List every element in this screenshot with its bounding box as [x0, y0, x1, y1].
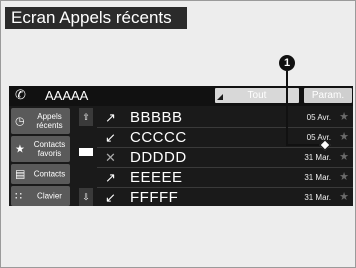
list-item[interactable]: ↗ EEEEE 31 Mar. ★: [97, 168, 353, 188]
contact-name: DDDDD: [130, 149, 187, 166]
contact-name: EEEEE: [130, 169, 183, 186]
call-date: 31 Mar.: [304, 173, 331, 182]
scroll-up-icon[interactable]: ⇧: [79, 108, 93, 126]
device-name: AAAAA: [45, 88, 89, 103]
tab-label: Tout: [247, 90, 267, 101]
page-title: Ecran Appels récents: [5, 7, 187, 29]
favorite-star-icon[interactable]: ★: [339, 168, 349, 187]
scroll-track: [79, 128, 93, 186]
call-date: 05 Avr.: [306, 113, 331, 122]
sidebar-item-label: Contacts: [33, 169, 66, 179]
corner-icon: [217, 94, 223, 100]
phone-screen: ✆ AAAAA Tout Param. ◷ Appels récents ★ C…: [9, 86, 353, 206]
keypad-icon: ∷: [15, 190, 22, 203]
missed-call-icon: ✕: [105, 150, 116, 165]
call-date: 31 Mar.: [304, 153, 331, 162]
favorite-star-icon[interactable]: ★: [339, 148, 349, 167]
header-bar: ✆ AAAAA Tout Param.: [9, 86, 353, 106]
outgoing-call-icon: ↗: [105, 170, 116, 185]
incoming-call-icon: ↙: [105, 130, 116, 145]
callout-number: 1: [279, 55, 295, 71]
favorite-star-icon[interactable]: ★: [339, 128, 349, 147]
contact-name: CCCCC: [130, 129, 187, 146]
list-item[interactable]: ↙ FFFFF 31 Mar. ★: [97, 188, 353, 207]
tab-param[interactable]: Param.: [304, 88, 352, 103]
outgoing-call-icon: ↗: [105, 110, 116, 125]
clock-icon: ◷: [15, 115, 25, 128]
sidebar-item-appels-recents[interactable]: ◷ Appels récents: [11, 108, 70, 134]
address-book-icon: ▤: [15, 168, 26, 181]
list-item[interactable]: ✕ DDDDD 31 Mar. ★: [97, 148, 353, 168]
recent-calls-list: ↗ BBBBB 05 Avr. ★ ↙ CCCCC 05 Avr. ★ ✕ DD…: [97, 108, 353, 206]
sidebar-item-label: Clavier: [37, 191, 62, 201]
scroll-down-icon[interactable]: ⇩: [79, 188, 93, 206]
favorite-star-icon[interactable]: ★: [339, 188, 349, 207]
scrollbar[interactable]: ⇧ ⇩: [79, 108, 93, 206]
sidebar-item-label: Appels récents: [36, 112, 63, 130]
incoming-call-icon: ↙: [105, 190, 116, 205]
call-date: 31 Mar.: [304, 193, 331, 202]
callout-leader-line: [286, 71, 288, 146]
contact-name: BBBBB: [130, 109, 183, 126]
scroll-thumb[interactable]: [79, 148, 93, 156]
tab-label: Param.: [311, 90, 345, 101]
sidebar-item-label: Contacts favoris: [33, 140, 66, 158]
sidebar-item-clavier[interactable]: ∷ Clavier: [11, 186, 70, 206]
list-item[interactable]: ↗ BBBBB 05 Avr. ★: [97, 108, 353, 128]
phone-icon: ✆: [15, 87, 26, 102]
sidebar-item-contacts[interactable]: ▤ Contacts: [11, 164, 70, 184]
favorite-star-icon[interactable]: ★: [339, 108, 349, 127]
contact-name: FFFFF: [130, 189, 179, 206]
sidebar: ◷ Appels récents ★ Contacts favoris ▤ Co…: [9, 108, 72, 208]
figure-frame: Ecran Appels récents ✆ AAAAA Tout Param.…: [0, 0, 356, 268]
star-icon: ★: [15, 143, 25, 156]
sidebar-item-contacts-favoris[interactable]: ★ Contacts favoris: [11, 136, 70, 162]
